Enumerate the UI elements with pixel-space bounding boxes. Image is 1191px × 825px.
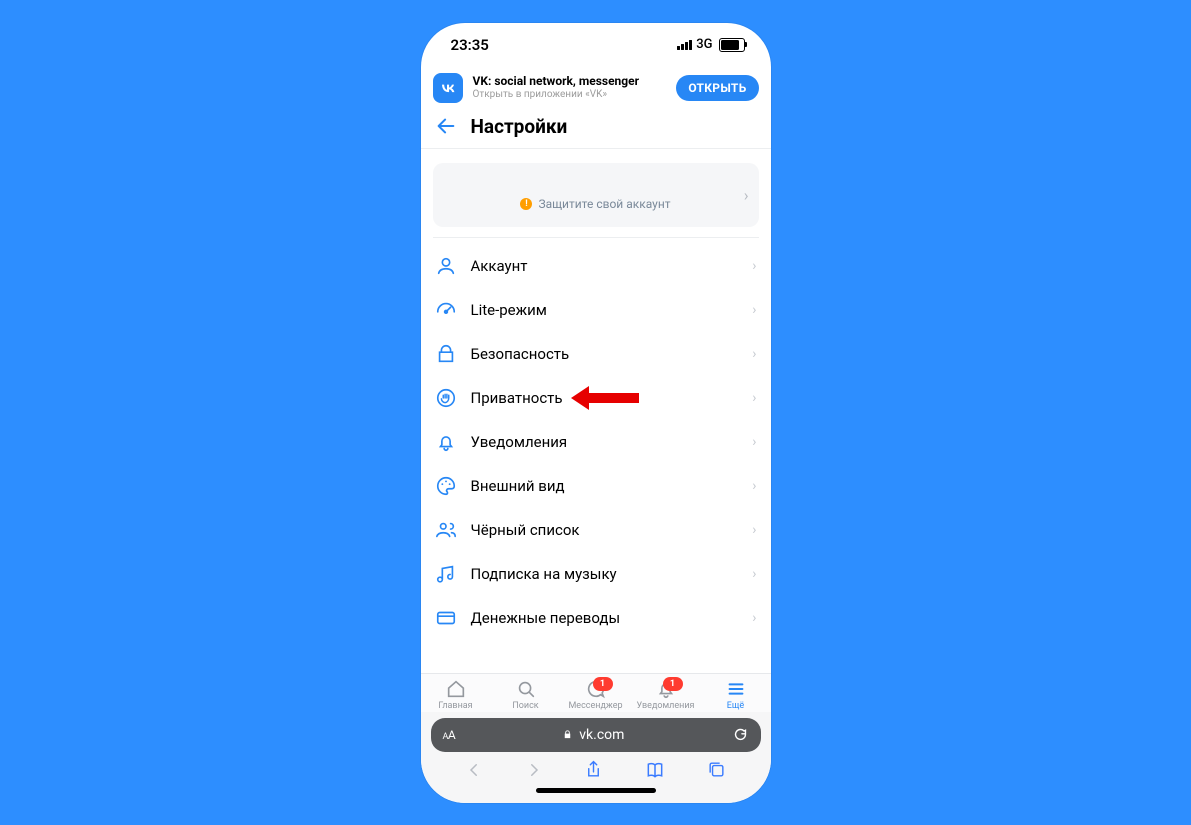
url-host: vk.com	[465, 727, 721, 743]
settings-menu: Аккаунт › Lite-режим › Безопасность › Пр…	[421, 238, 771, 640]
chevron-right-icon: ›	[752, 390, 756, 406]
music-icon	[435, 563, 457, 585]
phone-frame: 23:35 3G VK: social network, messenger О…	[421, 23, 771, 803]
safari-back[interactable]	[465, 761, 483, 779]
open-app-button[interactable]: ОТКРЫТЬ	[676, 75, 758, 101]
menu-item-lite[interactable]: Lite-режим ›	[421, 288, 771, 332]
hand-icon	[435, 387, 457, 409]
menu-label: Аккаунт	[471, 257, 528, 275]
banner-text: VK: social network, messenger Открыть в …	[473, 75, 667, 99]
text-size-button[interactable]: AA	[443, 728, 456, 742]
badge: 1	[663, 677, 683, 691]
tab-more[interactable]: Ещё	[701, 678, 771, 712]
back-button[interactable]	[435, 115, 457, 137]
menu-label: Уведомления	[471, 433, 568, 451]
user-icon	[435, 255, 457, 277]
tab-home[interactable]: Главная	[421, 678, 491, 712]
tab-search[interactable]: Поиск	[491, 678, 561, 712]
banner-subtitle: Открыть в приложении «VK»	[473, 89, 667, 100]
bell-icon	[435, 431, 457, 453]
menu-item-music[interactable]: Подписка на музыку ›	[421, 552, 771, 596]
battery-icon	[719, 38, 745, 52]
chevron-right-icon: ›	[752, 610, 756, 626]
tab-label: Главная	[438, 701, 472, 711]
chevron-right-icon: ›	[752, 346, 756, 362]
home-icon	[445, 678, 467, 700]
vk-logo-icon	[433, 73, 463, 103]
tab-notifications[interactable]: 1 Уведомления	[631, 678, 701, 712]
status-time: 23:35	[451, 36, 489, 54]
share-icon	[584, 760, 603, 779]
menu-label: Подписка на музыку	[471, 565, 617, 583]
nav-header: Настройки	[421, 111, 771, 149]
warning-icon: !	[520, 198, 532, 210]
tab-label: Мессенджер	[568, 701, 622, 711]
palette-icon	[435, 475, 457, 497]
chevron-right-icon: ›	[752, 434, 756, 450]
settings-content: ! Защитите свой аккаунт › Аккаунт › Lite…	[421, 149, 771, 673]
chevron-right-icon: ›	[752, 566, 756, 582]
callout-arrow	[571, 386, 639, 410]
menu-label: Приватность	[471, 389, 563, 407]
chevron-right-icon	[525, 761, 543, 779]
menu-label: Lite-режим	[471, 301, 547, 319]
badge: 1	[593, 677, 613, 691]
tab-label: Уведомления	[637, 701, 695, 711]
menu-item-security[interactable]: Безопасность ›	[421, 332, 771, 376]
url-bar[interactable]: AA vk.com	[431, 718, 761, 752]
page-title: Настройки	[471, 115, 568, 138]
menu-item-notifications[interactable]: Уведомления ›	[421, 420, 771, 464]
banner-title: VK: social network, messenger	[473, 75, 667, 88]
status-right: 3G	[677, 37, 744, 52]
search-icon	[515, 678, 537, 700]
users-icon	[435, 519, 457, 541]
lock-icon	[435, 343, 457, 365]
safari-nav	[431, 752, 761, 786]
status-net: 3G	[696, 37, 712, 52]
chevron-right-icon: ›	[744, 185, 749, 204]
menu-icon	[725, 678, 747, 700]
menu-item-privacy[interactable]: Приватность ›	[421, 376, 771, 420]
card-icon	[435, 607, 457, 629]
tab-messenger[interactable]: 1 Мессенджер	[561, 678, 631, 712]
chevron-right-icon: ›	[752, 258, 756, 274]
menu-label: Внешний вид	[471, 477, 565, 495]
status-bar: 23:35 3G	[421, 23, 771, 67]
reload-button[interactable]	[732, 726, 749, 743]
arrow-left-icon	[435, 115, 457, 137]
safari-tabs[interactable]	[707, 760, 726, 779]
chevron-right-icon: ›	[752, 522, 756, 538]
menu-item-transfers[interactable]: Денежные переводы ›	[421, 596, 771, 640]
protect-text: Защитите свой аккаунт	[538, 197, 670, 211]
tab-label: Ещё	[727, 701, 744, 711]
chevron-right-icon: ›	[752, 302, 756, 318]
gauge-icon	[435, 299, 457, 321]
book-icon	[645, 760, 665, 780]
safari-share[interactable]	[584, 760, 603, 779]
protect-account-card[interactable]: ! Защитите свой аккаунт ›	[433, 163, 759, 227]
lock-icon	[562, 729, 573, 740]
menu-label: Чёрный список	[471, 521, 580, 539]
protect-row: ! Защитите свой аккаунт	[447, 197, 745, 211]
tab-label: Поиск	[512, 701, 538, 711]
chevron-right-icon: ›	[752, 478, 756, 494]
reload-icon	[732, 726, 749, 743]
signal-icon	[677, 40, 692, 50]
safari-forward[interactable]	[525, 761, 543, 779]
menu-item-blacklist[interactable]: Чёрный список ›	[421, 508, 771, 552]
menu-label: Безопасность	[471, 345, 570, 363]
app-open-banner: VK: social network, messenger Открыть в …	[421, 67, 771, 111]
safari-bar: AA vk.com	[421, 712, 771, 803]
menu-label: Денежные переводы	[471, 609, 621, 627]
menu-item-account[interactable]: Аккаунт ›	[421, 244, 771, 288]
chevron-left-icon	[465, 761, 483, 779]
safari-bookmarks[interactable]	[645, 760, 665, 780]
bottom-tab-bar: Главная Поиск 1 Мессенджер 1 Уведомления…	[421, 673, 771, 712]
home-indicator	[536, 788, 656, 793]
menu-item-appearance[interactable]: Внешний вид ›	[421, 464, 771, 508]
tabs-icon	[707, 760, 726, 779]
